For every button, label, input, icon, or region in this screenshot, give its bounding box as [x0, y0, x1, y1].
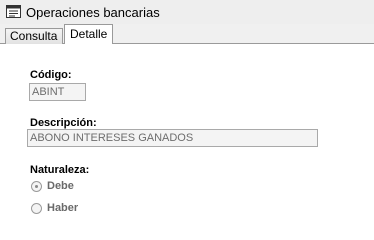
- descripcion-label: Descripción:: [30, 117, 97, 129]
- codigo-label: Código:: [30, 69, 72, 81]
- tab-consulta[interactable]: Consulta: [5, 28, 63, 44]
- tab-detalle[interactable]: Detalle: [64, 24, 113, 45]
- radio-haber[interactable]: Haber: [31, 202, 78, 214]
- radio-debe[interactable]: Debe: [31, 180, 74, 192]
- descripcion-field[interactable]: [27, 129, 318, 147]
- naturaleza-label: Naturaleza:: [30, 164, 90, 176]
- operaciones-bancarias-window: Operaciones bancarias Consulta Detalle C…: [0, 0, 374, 239]
- radio-haber-button[interactable]: [31, 202, 42, 214]
- title-bar: Operaciones bancarias: [0, 0, 374, 24]
- radio-debe-button[interactable]: [31, 180, 42, 192]
- radio-haber-label: Haber: [47, 202, 79, 214]
- codigo-field[interactable]: [29, 83, 86, 101]
- form-window-icon: [6, 5, 21, 18]
- window-title: Operaciones bancarias: [26, 5, 160, 20]
- radio-debe-label: Debe: [47, 180, 74, 192]
